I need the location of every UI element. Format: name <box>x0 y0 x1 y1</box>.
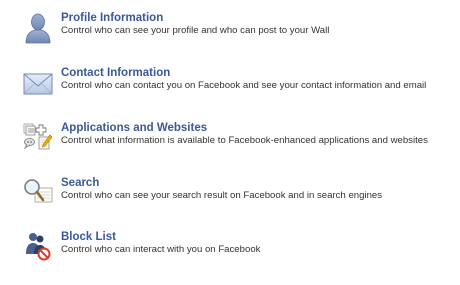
applications-icon <box>21 121 55 155</box>
block-list-icon <box>21 230 55 264</box>
block-list-link[interactable]: Block List <box>61 230 116 244</box>
applications-and-websites-description: Control what information is available to… <box>61 135 428 146</box>
block-list-item[interactable]: Block List Control who can interact with… <box>0 230 460 270</box>
person-silhouette-icon <box>21 12 55 46</box>
applications-and-websites-link[interactable]: Applications and Websites <box>61 121 207 135</box>
profile-information-item[interactable]: Profile Information Control who can see … <box>0 11 460 51</box>
envelope-icon <box>21 69 55 103</box>
block-list-description: Control who can interact with you on Fac… <box>61 244 261 255</box>
magnifier-icon <box>21 176 55 210</box>
contact-information-link[interactable]: Contact Information <box>61 66 170 80</box>
search-item[interactable]: Search Control who can see your search r… <box>0 176 460 216</box>
profile-information-link[interactable]: Profile Information <box>61 11 163 25</box>
applications-and-websites-item[interactable]: Applications and Websites Control what i… <box>0 121 460 161</box>
contact-information-description: Control who can contact you on Facebook … <box>61 80 427 91</box>
contact-information-item[interactable]: Contact Information Control who can cont… <box>0 66 460 106</box>
profile-information-description: Control who can see your profile and who… <box>61 25 330 36</box>
search-description: Control who can see your search result o… <box>61 190 383 201</box>
privacy-settings-list: Profile Information Control who can see … <box>0 0 460 285</box>
search-link[interactable]: Search <box>61 176 99 190</box>
